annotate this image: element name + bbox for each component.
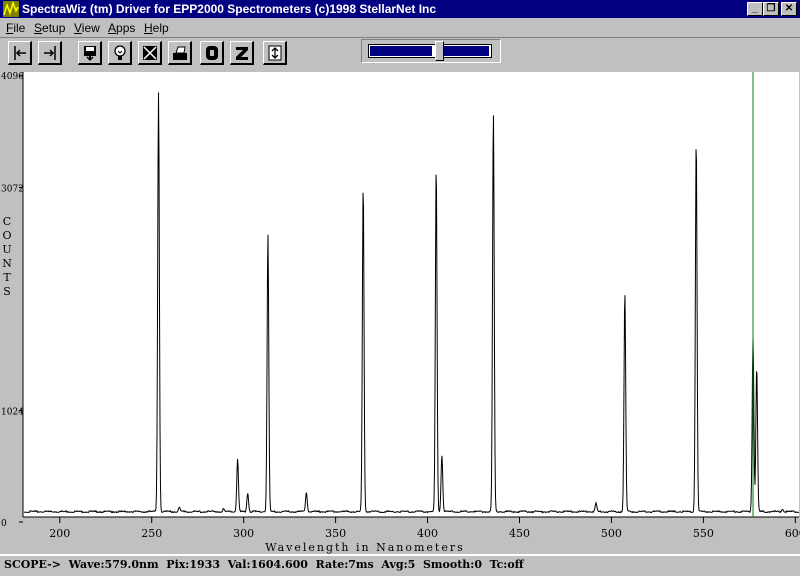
x-tick-label: 200 — [49, 527, 70, 540]
app-icon[interactable] — [3, 1, 19, 17]
x-tick-label: 300 — [233, 527, 254, 540]
spectrum-plot[interactable]: 200 250 300 350 400 450 500 550 600 4096 3072 1024 0… — [0, 69, 800, 554]
dark-reference-button[interactable] — [138, 41, 162, 65]
minimize-button[interactable]: _ — [747, 2, 763, 16]
status-text: SCOPE-> Wave:579.0nm Pix:1933 Val:1604.6… — [4, 558, 524, 571]
scroll-left-button[interactable] — [8, 41, 32, 65]
zoom-z-icon — [236, 47, 248, 60]
save-button[interactable] — [78, 41, 102, 65]
x-tick-label: 600 — [785, 527, 800, 540]
y-tick-label: 4096 — [1, 72, 24, 82]
print-icon — [173, 46, 187, 60]
x-tick-label: 400 — [417, 527, 438, 540]
scroll-left-icon — [14, 46, 26, 60]
menu-bar: File Setup View Apps Help — [0, 18, 800, 37]
print-button[interactable] — [168, 41, 192, 65]
title-bar: SpectraWiz (tm) Driver for EPP2000 Spect… — [0, 0, 800, 18]
zoom-o-icon — [206, 46, 218, 60]
slider-track[interactable] — [368, 44, 492, 58]
menu-help[interactable]: Help — [144, 21, 169, 35]
dark-reference-icon — [143, 46, 157, 60]
x-tick-label: 500 — [601, 527, 622, 540]
status-bar: SCOPE-> Wave:579.0nm Pix:1933 Val:1604.6… — [0, 554, 800, 576]
slider-thumb[interactable] — [435, 41, 444, 61]
plot-area[interactable] — [23, 72, 799, 517]
menu-apps[interactable]: Apps — [108, 21, 135, 35]
x-tick-label: 350 — [325, 527, 346, 540]
close-button[interactable]: ✕ — [781, 2, 797, 16]
scale-arrows-icon — [268, 45, 282, 61]
y-tick-label: 3072 — [1, 185, 24, 195]
scroll-right-icon — [44, 46, 56, 60]
x-tick-label: 450 — [509, 527, 530, 540]
restore-button[interactable]: ❐ — [763, 2, 779, 16]
scale-button[interactable] — [263, 41, 287, 65]
window-title: SpectraWiz (tm) Driver for EPP2000 Spect… — [22, 2, 437, 16]
x-axis-label: Wavelength in Nanometers — [265, 541, 465, 554]
zoom-o-button[interactable] — [200, 41, 224, 65]
scroll-right-button[interactable] — [38, 41, 62, 65]
save-disk-icon — [84, 46, 96, 62]
lamp-icon — [114, 45, 126, 60]
y-tick-label: 1024 — [1, 408, 24, 418]
y-tick-label: 0 — [1, 519, 7, 529]
slider-fill-right — [443, 46, 489, 56]
spectrum-chart[interactable]: 200 250 300 350 400 450 500 550 600 4096 3072 1024 0… — [0, 69, 800, 554]
menu-view[interactable]: View — [74, 21, 100, 35]
slider-fill-left — [370, 46, 432, 56]
menu-setup[interactable]: Setup — [34, 21, 65, 35]
x-tick-label: 550 — [693, 527, 714, 540]
lamp-button[interactable] — [108, 41, 132, 65]
y-axis-label: COUNTS — [2, 215, 12, 298]
zoom-z-button[interactable] — [230, 41, 254, 65]
x-tick-label: 250 — [141, 527, 162, 540]
integration-slider[interactable] — [361, 39, 501, 63]
menu-file[interactable]: File — [6, 21, 25, 35]
